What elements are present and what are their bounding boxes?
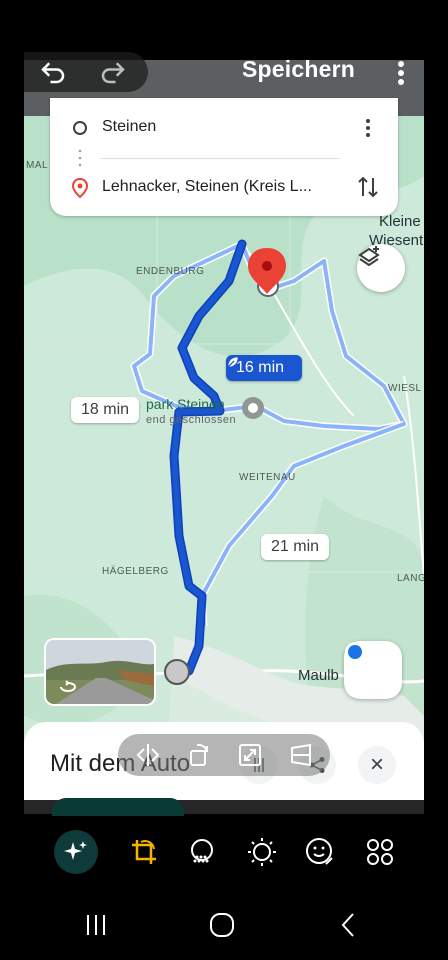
layers-icon[interactable] <box>357 244 405 292</box>
route-time-primary-label: 16 min <box>236 359 285 376</box>
close-button[interactable]: × <box>358 746 396 784</box>
sticker-icon[interactable] <box>300 832 340 872</box>
my-location-button[interactable] <box>344 641 402 699</box>
filter-icon[interactable] <box>182 832 222 872</box>
route-time-primary[interactable]: 16 min <box>226 355 303 381</box>
rotate-icon[interactable] <box>186 742 212 768</box>
route-time-alt[interactable]: 18 min <box>71 397 140 423</box>
save-button[interactable]: Speichern <box>242 56 355 83</box>
back-icon[interactable] <box>328 906 368 944</box>
undo-icon[interactable] <box>36 55 70 89</box>
redo-icon[interactable] <box>96 55 130 89</box>
place-label: WEITENAU <box>239 472 296 483</box>
place-label: MAL <box>26 160 49 171</box>
place-label: WIESL <box>388 383 422 394</box>
compare-icon[interactable] <box>135 742 161 768</box>
rotate-360-icon <box>58 680 78 699</box>
crop-rotate-icon[interactable] <box>124 832 164 872</box>
location-pin-icon <box>71 177 89 203</box>
ai-sparkle-icon[interactable] <box>54 830 98 874</box>
park-label[interactable]: park Steinen <box>146 396 225 412</box>
more-vert-icon[interactable] <box>384 56 418 90</box>
route-divider <box>100 158 340 159</box>
dots-connector-icon <box>78 148 82 173</box>
resize-icon[interactable] <box>237 742 263 768</box>
destination-field[interactable]: Lehnacker, Steinen (Kreis L... <box>102 178 312 196</box>
photo-bottom-shape <box>52 798 184 816</box>
close-icon: × <box>369 751 384 778</box>
route-time-alt[interactable]: 21 min <box>261 534 330 560</box>
brightness-icon[interactable] <box>242 832 282 872</box>
street-view-thumbnail[interactable] <box>44 638 156 706</box>
route-input-card <box>50 98 398 216</box>
circle-outline-icon <box>72 120 88 141</box>
park-note: end geschlossen <box>146 414 237 426</box>
home-icon[interactable] <box>202 906 242 944</box>
more-apps-icon[interactable] <box>360 832 400 872</box>
place-label: ENDENBURG <box>136 266 205 277</box>
city-label: Maulb <box>298 667 339 684</box>
recent-apps-icon[interactable] <box>76 906 116 944</box>
origin-field[interactable]: Steinen <box>102 118 156 136</box>
route-options-icon[interactable] <box>360 118 376 143</box>
place-label: LANG <box>397 573 424 584</box>
swap-icon[interactable] <box>356 174 380 205</box>
perspective-icon[interactable] <box>288 742 314 768</box>
place-label: HÄGELBERG <box>102 566 169 577</box>
